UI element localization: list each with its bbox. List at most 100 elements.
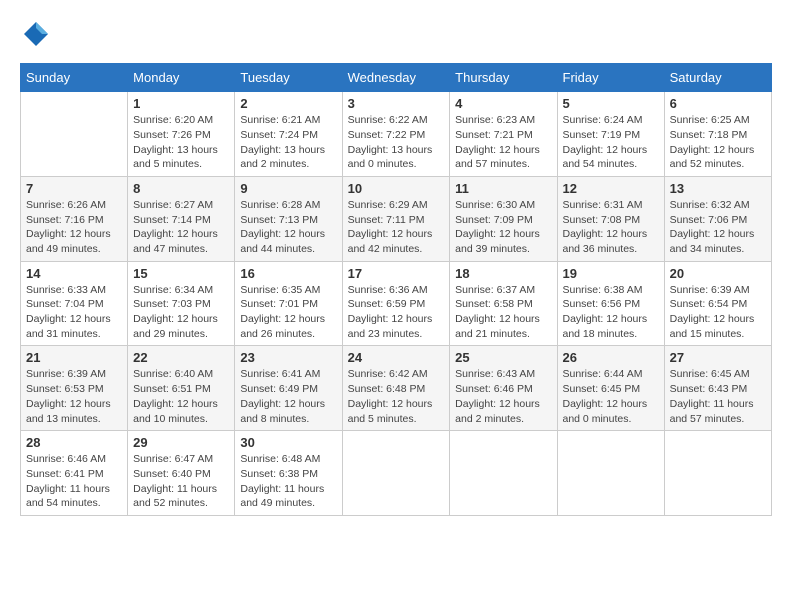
calendar-cell: 10 Sunrise: 6:29 AMSunset: 7:11 PMDayligh…: [342, 176, 450, 261]
calendar-cell: 3 Sunrise: 6:22 AMSunset: 7:22 PMDaylight…: [342, 92, 450, 177]
day-info: Sunrise: 6:37 AMSunset: 6:58 PMDaylight:…: [455, 283, 551, 342]
calendar-cell: 2 Sunrise: 6:21 AMSunset: 7:24 PMDaylight…: [235, 92, 342, 177]
day-info: Sunrise: 6:33 AMSunset: 7:04 PMDaylight:…: [26, 283, 122, 342]
day-number: 4: [455, 96, 551, 111]
day-info: Sunrise: 6:26 AMSunset: 7:16 PMDaylight:…: [26, 198, 122, 257]
calendar-cell: 1 Sunrise: 6:20 AMSunset: 7:26 PMDaylight…: [128, 92, 235, 177]
day-number: 30: [240, 435, 336, 450]
day-number: 5: [563, 96, 659, 111]
calendar-cell: 21 Sunrise: 6:39 AMSunset: 6:53 PMDayligh…: [21, 346, 128, 431]
col-header-friday: Friday: [557, 64, 664, 92]
calendar-cell: 20 Sunrise: 6:39 AMSunset: 6:54 PMDayligh…: [664, 261, 771, 346]
day-number: 20: [670, 266, 766, 281]
calendar-cell: 14 Sunrise: 6:33 AMSunset: 7:04 PMDayligh…: [21, 261, 128, 346]
calendar-cell: 26 Sunrise: 6:44 AMSunset: 6:45 PMDayligh…: [557, 346, 664, 431]
day-info: Sunrise: 6:20 AMSunset: 7:26 PMDaylight:…: [133, 113, 229, 172]
calendar-cell: 19 Sunrise: 6:38 AMSunset: 6:56 PMDayligh…: [557, 261, 664, 346]
calendar-cell: 16 Sunrise: 6:35 AMSunset: 7:01 PMDayligh…: [235, 261, 342, 346]
day-number: 16: [240, 266, 336, 281]
day-info: Sunrise: 6:30 AMSunset: 7:09 PMDaylight:…: [455, 198, 551, 257]
col-header-tuesday: Tuesday: [235, 64, 342, 92]
day-number: 3: [348, 96, 445, 111]
day-info: Sunrise: 6:41 AMSunset: 6:49 PMDaylight:…: [240, 367, 336, 426]
day-info: Sunrise: 6:27 AMSunset: 7:14 PMDaylight:…: [133, 198, 229, 257]
page-header: [20, 20, 772, 53]
day-number: 28: [26, 435, 122, 450]
calendar-cell: 27 Sunrise: 6:45 AMSunset: 6:43 PMDayligh…: [664, 346, 771, 431]
day-info: Sunrise: 6:42 AMSunset: 6:48 PMDaylight:…: [348, 367, 445, 426]
day-info: Sunrise: 6:29 AMSunset: 7:11 PMDaylight:…: [348, 198, 445, 257]
day-info: Sunrise: 6:45 AMSunset: 6:43 PMDaylight:…: [670, 367, 766, 426]
calendar-cell: 18 Sunrise: 6:37 AMSunset: 6:58 PMDayligh…: [450, 261, 557, 346]
calendar-cell: 24 Sunrise: 6:42 AMSunset: 6:48 PMDayligh…: [342, 346, 450, 431]
day-number: 23: [240, 350, 336, 365]
calendar-cell: 7 Sunrise: 6:26 AMSunset: 7:16 PMDaylight…: [21, 176, 128, 261]
calendar-cell: 9 Sunrise: 6:28 AMSunset: 7:13 PMDaylight…: [235, 176, 342, 261]
day-info: Sunrise: 6:39 AMSunset: 6:53 PMDaylight:…: [26, 367, 122, 426]
day-number: 8: [133, 181, 229, 196]
day-info: Sunrise: 6:22 AMSunset: 7:22 PMDaylight:…: [348, 113, 445, 172]
calendar-cell: 30 Sunrise: 6:48 AMSunset: 6:38 PMDayligh…: [235, 431, 342, 516]
day-info: Sunrise: 6:44 AMSunset: 6:45 PMDaylight:…: [563, 367, 659, 426]
day-number: 29: [133, 435, 229, 450]
calendar-cell: 22 Sunrise: 6:40 AMSunset: 6:51 PMDayligh…: [128, 346, 235, 431]
calendar-cell: [450, 431, 557, 516]
day-number: 18: [455, 266, 551, 281]
calendar-cell: 25 Sunrise: 6:43 AMSunset: 6:46 PMDayligh…: [450, 346, 557, 431]
day-info: Sunrise: 6:35 AMSunset: 7:01 PMDaylight:…: [240, 283, 336, 342]
day-info: Sunrise: 6:40 AMSunset: 6:51 PMDaylight:…: [133, 367, 229, 426]
day-info: Sunrise: 6:43 AMSunset: 6:46 PMDaylight:…: [455, 367, 551, 426]
calendar-cell: 13Sunrise: 6:32 AMSunset: 7:06 PMDayligh…: [664, 176, 771, 261]
day-number: 7: [26, 181, 122, 196]
day-number: 10: [348, 181, 445, 196]
calendar-cell: 23 Sunrise: 6:41 AMSunset: 6:49 PMDayligh…: [235, 346, 342, 431]
calendar-cell: 15 Sunrise: 6:34 AMSunset: 7:03 PMDayligh…: [128, 261, 235, 346]
day-info: Sunrise: 6:24 AMSunset: 7:19 PMDaylight:…: [563, 113, 659, 172]
calendar-cell: 29 Sunrise: 6:47 AMSunset: 6:40 PMDayligh…: [128, 431, 235, 516]
day-number: 15: [133, 266, 229, 281]
col-header-saturday: Saturday: [664, 64, 771, 92]
logo-icon: [22, 20, 50, 48]
day-info: Sunrise: 6:23 AMSunset: 7:21 PMDaylight:…: [455, 113, 551, 172]
day-number: 27: [670, 350, 766, 365]
calendar-cell: [557, 431, 664, 516]
day-info: Sunrise: 6:47 AMSunset: 6:40 PMDaylight:…: [133, 452, 229, 511]
day-info: Sunrise: 6:46 AMSunset: 6:41 PMDaylight:…: [26, 452, 122, 511]
day-info: Sunrise: 6:39 AMSunset: 6:54 PMDaylight:…: [670, 283, 766, 342]
day-number: 2: [240, 96, 336, 111]
calendar-cell: [21, 92, 128, 177]
day-info: Sunrise: 6:36 AMSunset: 6:59 PMDaylight:…: [348, 283, 445, 342]
day-info: Sunrise: 6:48 AMSunset: 6:38 PMDaylight:…: [240, 452, 336, 511]
day-number: 1: [133, 96, 229, 111]
col-header-thursday: Thursday: [450, 64, 557, 92]
day-info: Sunrise: 6:38 AMSunset: 6:56 PMDaylight:…: [563, 283, 659, 342]
calendar-cell: 6 Sunrise: 6:25 AMSunset: 7:18 PMDaylight…: [664, 92, 771, 177]
day-number: 26: [563, 350, 659, 365]
day-info: Sunrise: 6:34 AMSunset: 7:03 PMDaylight:…: [133, 283, 229, 342]
calendar-table: SundayMondayTuesdayWednesdayThursdayFrid…: [20, 63, 772, 516]
day-number: 22: [133, 350, 229, 365]
day-info: Sunrise: 6:25 AMSunset: 7:18 PMDaylight:…: [670, 113, 766, 172]
day-info: Sunrise: 6:31 AMSunset: 7:08 PMDaylight:…: [563, 198, 659, 257]
calendar-cell: 11Sunrise: 6:30 AMSunset: 7:09 PMDayligh…: [450, 176, 557, 261]
day-info: Sunrise: 6:21 AMSunset: 7:24 PMDaylight:…: [240, 113, 336, 172]
day-number: 25: [455, 350, 551, 365]
calendar-cell: [664, 431, 771, 516]
calendar-cell: 4 Sunrise: 6:23 AMSunset: 7:21 PMDaylight…: [450, 92, 557, 177]
day-number: 9: [240, 181, 336, 196]
calendar-cell: 12 Sunrise: 6:31 AMSunset: 7:08 PMDayligh…: [557, 176, 664, 261]
day-number: 14: [26, 266, 122, 281]
calendar-cell: 17 Sunrise: 6:36 AMSunset: 6:59 PMDayligh…: [342, 261, 450, 346]
day-info: Sunrise: 6:28 AMSunset: 7:13 PMDaylight:…: [240, 198, 336, 257]
calendar-cell: 5 Sunrise: 6:24 AMSunset: 7:19 PMDaylight…: [557, 92, 664, 177]
day-number: 17: [348, 266, 445, 281]
day-number: 21: [26, 350, 122, 365]
day-number: 24: [348, 350, 445, 365]
calendar-cell: 28 Sunrise: 6:46 AMSunset: 6:41 PMDayligh…: [21, 431, 128, 516]
day-number: 12: [563, 181, 659, 196]
day-number: 19: [563, 266, 659, 281]
col-header-monday: Monday: [128, 64, 235, 92]
day-number: 6: [670, 96, 766, 111]
calendar-cell: [342, 431, 450, 516]
calendar-cell: 8 Sunrise: 6:27 AMSunset: 7:14 PMDaylight…: [128, 176, 235, 261]
